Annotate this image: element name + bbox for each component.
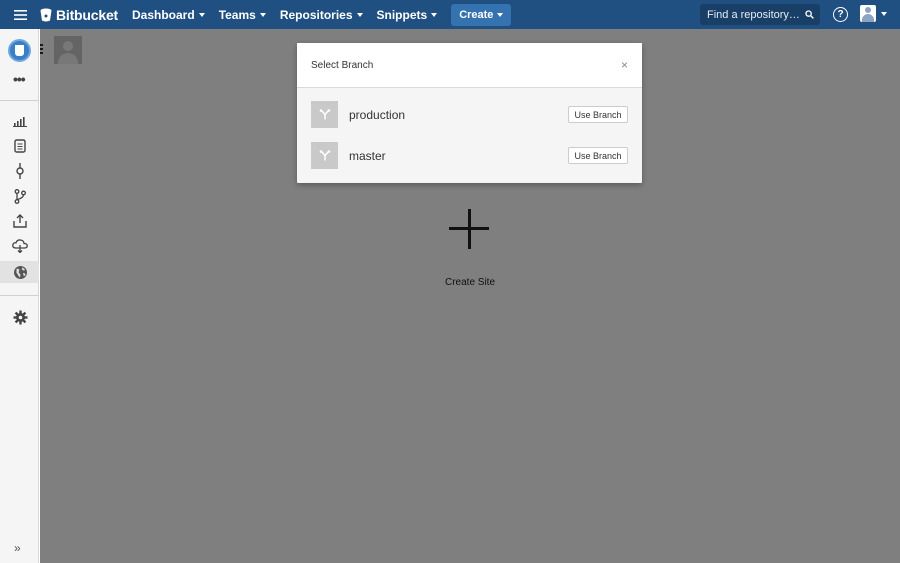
downloads-icon[interactable] bbox=[12, 213, 28, 229]
nav-dashboard[interactable]: Dashboard bbox=[132, 8, 205, 22]
repository-sidebar: ••• » bbox=[0, 29, 39, 563]
chevron-down-icon bbox=[881, 12, 887, 16]
help-icon[interactable]: ? bbox=[833, 7, 848, 22]
branches-icon[interactable] bbox=[12, 188, 28, 204]
close-icon[interactable]: × bbox=[621, 58, 628, 72]
create-button[interactable]: Create bbox=[451, 3, 512, 26]
nav-teams-label: Teams bbox=[218, 7, 256, 22]
menu-icon[interactable] bbox=[0, 0, 40, 29]
branch-icon bbox=[311, 101, 338, 128]
nav-snippets-label: Snippets bbox=[376, 7, 428, 22]
nav-teams[interactable]: Teams bbox=[219, 8, 266, 22]
commits-icon[interactable] bbox=[12, 163, 28, 179]
dialog-header: Select Branch × bbox=[297, 43, 642, 88]
select-branch-dialog: Select Branch × production Use Branch ma… bbox=[297, 43, 642, 183]
help-glyph: ? bbox=[837, 9, 844, 20]
brand-name: Bitbucket bbox=[56, 6, 118, 23]
chevron-down-icon bbox=[198, 13, 205, 17]
search-icon[interactable] bbox=[805, 10, 814, 19]
create-button-label: Create bbox=[459, 8, 494, 21]
sites-icon[interactable] bbox=[12, 264, 28, 280]
use-branch-button[interactable]: Use Branch bbox=[568, 147, 628, 164]
dialog-title: Select Branch bbox=[311, 60, 374, 71]
branch-name: master bbox=[349, 149, 386, 163]
top-navigation-bar: Bitbucket Dashboard Teams Repositories S… bbox=[0, 0, 900, 29]
branch-icon bbox=[311, 142, 338, 169]
overview-icon[interactable] bbox=[12, 113, 28, 129]
use-branch-button[interactable]: Use Branch bbox=[568, 106, 628, 123]
user-avatar-icon bbox=[860, 5, 876, 22]
nav-repositories[interactable]: Repositories bbox=[280, 8, 363, 22]
branch-name: production bbox=[349, 108, 406, 122]
repository-search[interactable] bbox=[700, 4, 820, 25]
nav-repositories-label: Repositories bbox=[279, 7, 353, 22]
user-menu[interactable] bbox=[860, 5, 887, 22]
nav-dashboard-label: Dashboard bbox=[132, 7, 195, 22]
search-input[interactable] bbox=[707, 8, 799, 21]
deployments-icon[interactable] bbox=[12, 238, 28, 254]
expand-sidebar-icon[interactable]: » bbox=[14, 541, 21, 555]
more-icon[interactable]: ••• bbox=[13, 71, 26, 87]
chevron-down-icon bbox=[356, 13, 363, 17]
branch-row: master Use Branch bbox=[311, 142, 628, 170]
sidebar-divider bbox=[0, 100, 39, 101]
bucket-icon bbox=[40, 8, 52, 21]
sidebar-divider bbox=[0, 295, 39, 296]
source-icon[interactable] bbox=[12, 138, 28, 154]
bitbucket-logo[interactable]: Bitbucket bbox=[40, 7, 118, 23]
settings-icon[interactable] bbox=[12, 309, 28, 325]
branch-row: production Use Branch bbox=[311, 101, 628, 129]
chevron-down-icon bbox=[497, 13, 504, 17]
repository-avatar[interactable] bbox=[8, 39, 31, 62]
chevron-down-icon bbox=[259, 13, 266, 17]
nav-snippets[interactable]: Snippets bbox=[377, 8, 438, 22]
chevron-down-icon bbox=[431, 13, 438, 17]
